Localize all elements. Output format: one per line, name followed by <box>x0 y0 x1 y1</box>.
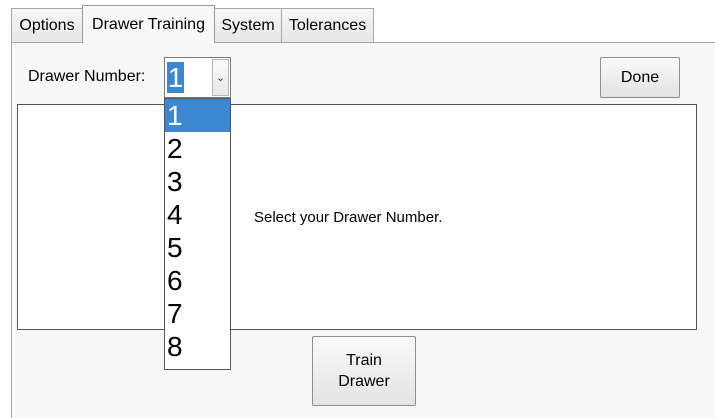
dropdown-option-6[interactable]: 6 <box>165 264 230 297</box>
drawer-number-select[interactable]: 1 ⌄ <box>164 57 231 98</box>
tab-bar: Options Drawer Training System Tolerance… <box>11 5 374 43</box>
chevron-down-icon[interactable]: ⌄ <box>212 59 229 96</box>
tab-system[interactable]: System <box>214 8 282 43</box>
tab-drawer-training[interactable]: Drawer Training <box>82 5 215 43</box>
dropdown-option-2[interactable]: 2 <box>165 132 230 165</box>
train-drawer-button[interactable]: Train Drawer <box>312 336 416 406</box>
tab-tolerances[interactable]: Tolerances <box>281 8 374 43</box>
dropdown-option-7[interactable]: 7 <box>165 297 230 330</box>
drawer-number-label: Drawer Number: <box>28 68 146 85</box>
dropdown-option-1[interactable]: 1 <box>165 99 230 132</box>
dropdown-option-3[interactable]: 3 <box>165 165 230 198</box>
instruction-message: Select your Drawer Number. <box>254 209 443 226</box>
tab-options[interactable]: Options <box>11 8 83 43</box>
drawer-number-dropdown-list: 1 2 3 4 5 6 7 8 <box>164 98 231 370</box>
dropdown-option-4[interactable]: 4 <box>165 198 230 231</box>
dropdown-option-5[interactable]: 5 <box>165 231 230 264</box>
train-drawer-label-line2: Drawer <box>338 373 390 390</box>
dropdown-option-8[interactable]: 8 <box>165 330 230 363</box>
train-drawer-label-line1: Train <box>346 352 382 369</box>
done-button[interactable]: Done <box>600 57 680 98</box>
drawer-number-selected-value: 1 <box>167 62 184 93</box>
